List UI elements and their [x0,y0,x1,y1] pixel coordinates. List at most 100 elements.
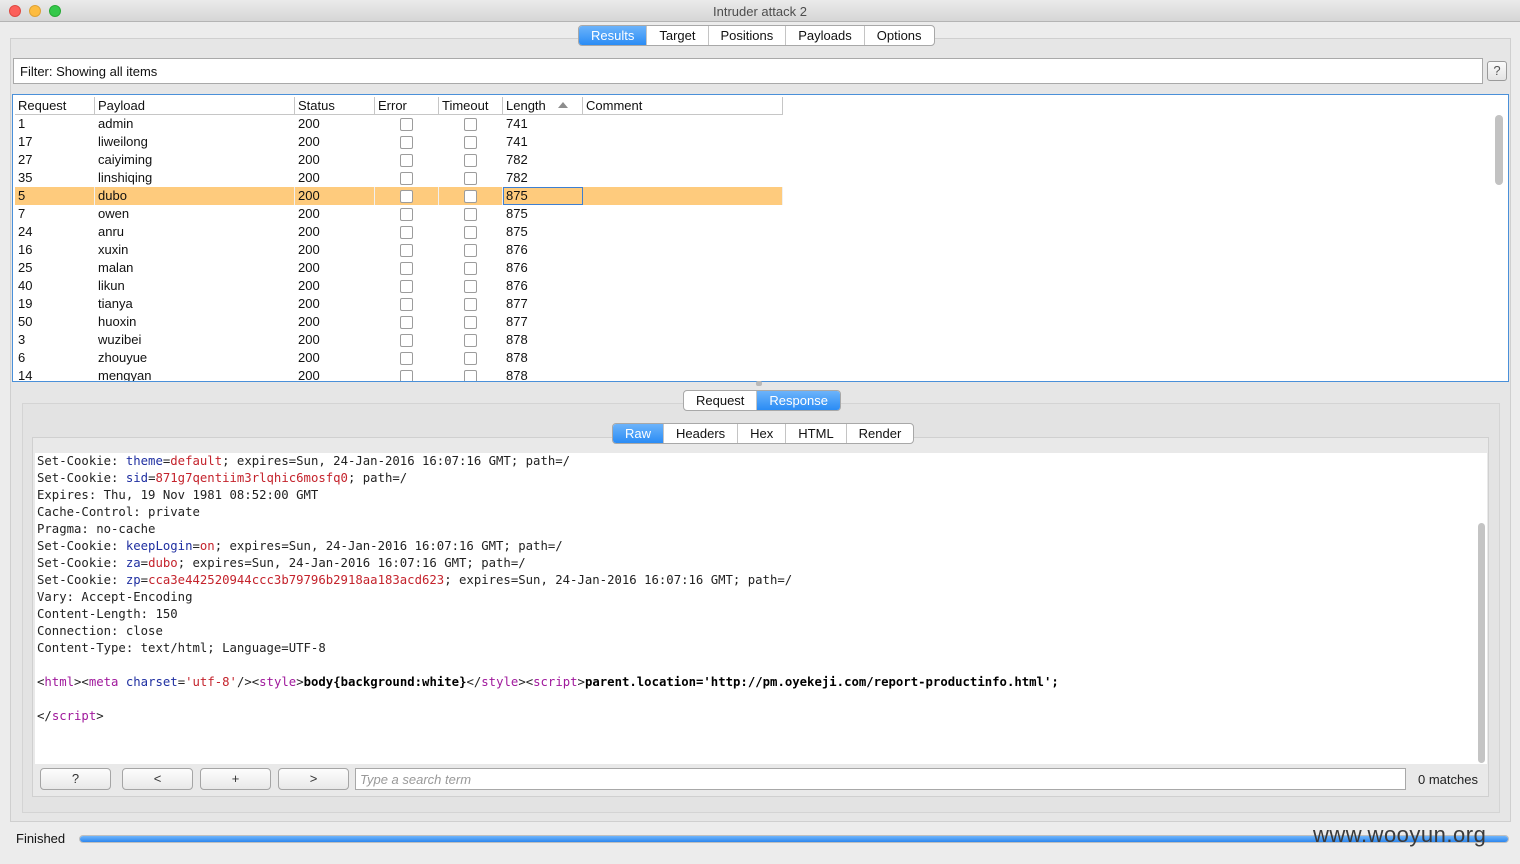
cell-payload: malan [98,260,134,275]
table-row[interactable]: 14 mengyan 200 878 [15,367,783,381]
error-checkbox[interactable] [400,208,413,221]
table-row[interactable]: 24 anru 200 875 [15,223,783,241]
error-checkbox[interactable] [400,172,413,185]
cell-status: 200 [298,134,320,149]
timeout-checkbox[interactable] [464,262,477,275]
timeout-checkbox[interactable] [464,172,477,185]
error-checkbox[interactable] [400,370,413,381]
cell-comment [583,313,783,331]
cell-error [375,313,439,331]
table-row[interactable]: 7 owen 200 875 [15,205,783,223]
column-header-timeout[interactable]: Timeout [439,97,503,115]
error-checkbox[interactable] [400,262,413,275]
cell-status: 200 [298,206,320,221]
column-header-status[interactable]: Status [295,97,375,115]
table-row[interactable]: 1 admin 200 741 [15,115,783,133]
search-previous-button[interactable]: < [122,768,193,790]
response-line: Vary: Accept-Encoding [37,590,193,604]
column-header-error[interactable]: Error [375,97,439,115]
error-checkbox[interactable] [400,316,413,329]
timeout-checkbox[interactable] [464,136,477,149]
tab-positions[interactable]: Positions [709,26,787,45]
timeout-checkbox[interactable] [464,334,477,347]
window-title: Intruder attack 2 [713,4,807,19]
column-header-request[interactable]: Request [15,97,95,115]
tab-results[interactable]: Results [579,26,648,45]
timeout-checkbox[interactable] [464,226,477,239]
cookie-attributes: ; expires=Sun, 24-Jan-2016 16:07:16 GMT;… [222,454,571,468]
search-input[interactable]: Type a search term [355,768,1406,790]
table-row[interactable]: 3 wuzibei 200 878 [15,331,783,349]
table-row[interactable]: 25 malan 200 876 [15,259,783,277]
search-help-button[interactable]: ? [40,768,111,790]
search-add-button[interactable]: + [200,768,271,790]
column-header-length[interactable]: Length [503,97,583,115]
error-checkbox[interactable] [400,334,413,347]
timeout-checkbox[interactable] [464,244,477,257]
filter-help-button[interactable]: ? [1487,61,1507,81]
table-scrollbar[interactable] [1495,115,1503,185]
tab-headers[interactable]: Headers [664,424,739,443]
html-attribute: charset [125,675,178,689]
table-row[interactable]: 50 huoxin 200 877 [15,313,783,331]
error-checkbox[interactable] [400,280,413,293]
error-checkbox[interactable] [400,226,413,239]
table-row[interactable]: 16 xuxin 200 876 [15,241,783,259]
timeout-checkbox[interactable] [464,280,477,293]
timeout-checkbox[interactable] [464,208,477,221]
request-response-tabs: Request Response [683,390,841,411]
timeout-checkbox[interactable] [464,118,477,131]
filter-bar[interactable]: Filter: Showing all items [13,58,1483,84]
table-row[interactable]: 6 zhouyue 200 878 [15,349,783,367]
tab-target[interactable]: Target [647,26,709,45]
table-row[interactable]: 35 linshiqing 200 782 [15,169,783,187]
tab-hex[interactable]: Hex [738,424,787,443]
cell-length: 782 [506,152,528,167]
timeout-checkbox[interactable] [464,298,477,311]
timeout-checkbox[interactable] [464,154,477,167]
cell-comment [583,115,783,133]
error-checkbox[interactable] [400,298,413,311]
tab-options[interactable]: Options [865,26,934,45]
split-pane-handle[interactable] [756,381,762,386]
tab-html[interactable]: HTML [786,424,847,443]
cell-status: 200 [295,187,375,205]
table-row[interactable]: 5 dubo 200 875 [15,187,783,205]
response-text-editor[interactable]: Set-Cookie: theme=default; expires=Sun, … [35,453,1487,764]
tab-payloads[interactable]: Payloads [786,26,865,45]
error-checkbox[interactable] [400,244,413,257]
cell-comment [583,367,783,381]
timeout-checkbox[interactable] [464,316,477,329]
response-html-line: </script> [37,708,104,725]
column-header-payload[interactable]: Payload [95,97,295,115]
error-checkbox[interactable] [399,190,413,203]
search-next-button[interactable]: > [278,768,349,790]
table-row[interactable]: 17 liweilong 200 741 [15,133,783,151]
table-row[interactable]: 19 tianya 200 877 [15,295,783,313]
cell-payload: huoxin [98,314,137,329]
cell-error [375,169,439,187]
editor-scrollbar[interactable] [1478,523,1485,763]
timeout-checkbox[interactable] [464,352,477,365]
table-row[interactable]: 40 likun 200 876 [15,277,783,295]
error-checkbox[interactable] [400,352,413,365]
error-checkbox[interactable] [400,118,413,131]
tab-request[interactable]: Request [684,391,758,410]
timeout-checkbox[interactable] [464,370,477,381]
tab-raw[interactable]: Raw [613,424,665,443]
column-header-comment[interactable]: Comment [583,97,783,115]
error-checkbox[interactable] [400,154,413,167]
html-tag: script [51,709,97,723]
html-tag: style [259,675,297,689]
timeout-checkbox[interactable] [463,190,477,203]
error-checkbox[interactable] [400,136,413,149]
tab-response[interactable]: Response [757,391,840,410]
cell-error [375,367,439,381]
cell-error [375,223,439,241]
tab-render[interactable]: Render [847,424,914,443]
cell-length: 875 [506,224,528,239]
html-space [118,675,125,689]
cell-payload: owen [98,206,130,221]
progress-bar-fill [80,836,1508,842]
table-row[interactable]: 27 caiyiming 200 782 [15,151,783,169]
